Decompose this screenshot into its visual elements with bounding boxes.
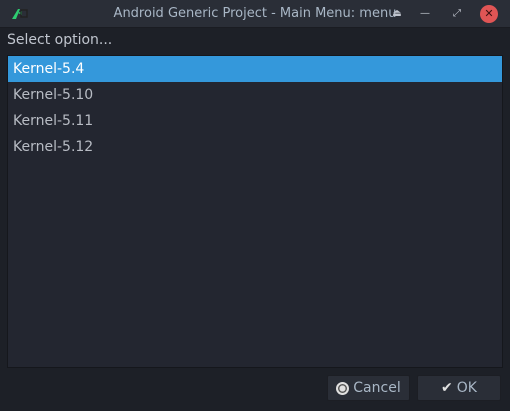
check-icon: ✔ [441, 380, 453, 396]
minimize-icon[interactable]: — [416, 5, 434, 23]
eject-icon[interactable]: ⏏ [388, 5, 406, 23]
ok-label: OK [456, 380, 477, 396]
restore-icon[interactable]: ⤢ [448, 5, 466, 23]
close-icon[interactable]: ✕ [480, 5, 498, 23]
title-bar: Android Generic Project - Main Menu: men… [0, 0, 510, 28]
list-item[interactable]: Kernel-5.12 [8, 134, 502, 160]
list-item[interactable]: Kernel-5.11 [8, 108, 502, 134]
list-item[interactable]: Kernel-5.4 [8, 56, 502, 82]
cancel-icon [336, 381, 350, 395]
cancel-button[interactable]: Cancel [327, 375, 410, 401]
cancel-label: Cancel [353, 380, 401, 396]
prompt-label: Select option... [7, 32, 113, 48]
ok-button[interactable]: ✔ OK [417, 375, 501, 401]
options-list[interactable]: Kernel-5.4 Kernel-5.10 Kernel-5.11 Kerne… [7, 55, 503, 368]
list-item[interactable]: Kernel-5.10 [8, 82, 502, 108]
